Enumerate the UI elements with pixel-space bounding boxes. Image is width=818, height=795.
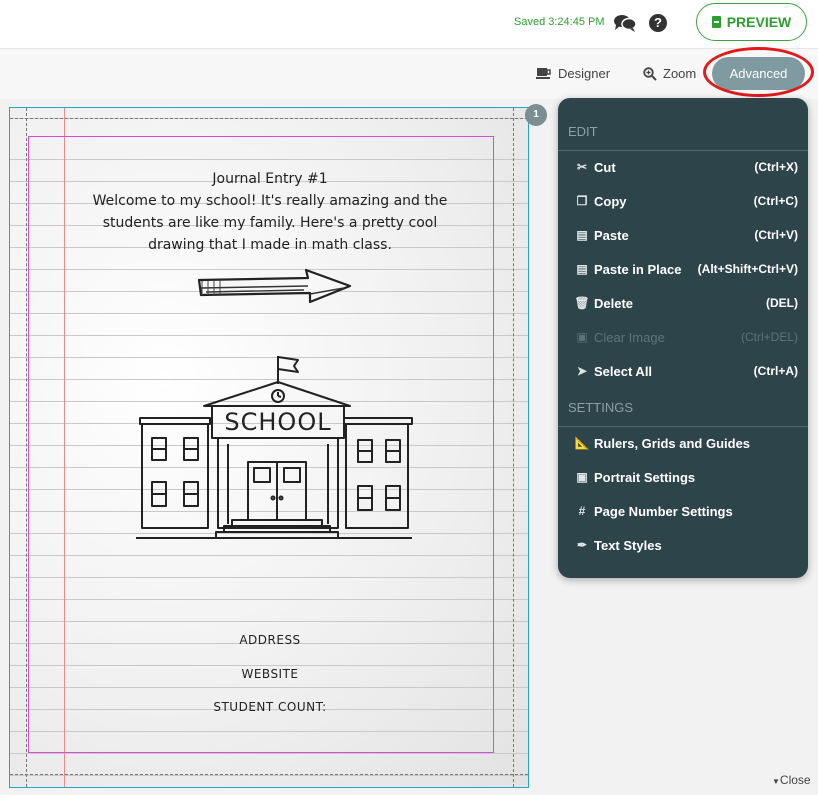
menu-item-portrait-settings[interactable]: ▣ Portrait Settings (558, 463, 808, 491)
menu-item-label: Clear Image (594, 329, 665, 345)
preview-icon (711, 16, 721, 28)
menu-item-cut[interactable]: ✂ Cut (Ctrl+X) (558, 153, 808, 181)
menu-item-label: Paste in Place (594, 261, 682, 277)
menu-item-paste[interactable]: ▤ Paste (Ctrl+V) (558, 221, 808, 249)
menu-item-shortcut: (Ctrl+DEL) (740, 330, 798, 344)
advanced-button[interactable]: Advanced (712, 57, 805, 90)
pen-icon: ✒ (576, 538, 588, 552)
paste-in-place-icon: ▤ (576, 262, 588, 276)
journal-title[interactable]: Journal Entry #1 (70, 168, 470, 190)
saved-status: Saved 3:24:45 PM (514, 16, 605, 28)
journal-page[interactable]: Journal Entry #1 Welcome to my school! I… (9, 107, 529, 788)
close-label: Close (779, 773, 811, 787)
preview-button[interactable]: PREVIEW (696, 3, 807, 41)
help-icon[interactable]: ? (649, 14, 667, 32)
school-building-drawing[interactable]: SCHOOL (132, 354, 414, 544)
menu-item-shortcut: (Ctrl+V) (754, 228, 798, 242)
preview-label: PREVIEW (726, 14, 792, 30)
comments-icon[interactable] (613, 13, 637, 33)
scissors-icon: ✂ (576, 160, 588, 174)
menu-item-label: Delete (594, 295, 634, 311)
menu-item-label: Cut (594, 159, 616, 175)
top-bar: Saved 3:24:45 PM ? PREVIEW (0, 0, 818, 49)
bleed-guide-right (513, 108, 514, 787)
menu-section-edit: EDIT (568, 124, 598, 139)
student-count-label[interactable]: STUDENT COUNT: (70, 700, 470, 714)
menu-item-label: Text Styles (594, 537, 662, 553)
menu-item-label: Portrait Settings (594, 469, 696, 485)
menu-item-text-styles[interactable]: ✒ Text Styles (558, 531, 808, 559)
menu-item-shortcut: (Ctrl+X) (754, 160, 798, 174)
menu-item-copy[interactable]: ❐ Copy (Ctrl+C) (558, 187, 808, 215)
menu-item-shortcut: (DEL) (766, 296, 798, 310)
bleed-guide-top (10, 118, 528, 119)
menu-item-page-number-settings[interactable]: # Page Number Settings (558, 497, 808, 525)
editor-toolbar: Designer Zoom (0, 49, 818, 99)
bleed-guide-left (26, 108, 27, 787)
close-panel-link[interactable]: ▼Close (772, 773, 811, 787)
portrait-icon: ▣ (576, 470, 588, 484)
menu-item-label: Paste (594, 227, 629, 243)
bleed-guide-bottom (10, 774, 528, 775)
menu-item-label: Select All (594, 363, 653, 379)
zoom-label: Zoom (663, 66, 697, 81)
journal-line: drawing that I made in math class. (148, 237, 392, 253)
designer-label: Designer (558, 66, 611, 81)
journal-text[interactable]: Welcome to my school! It's really amazin… (70, 190, 470, 256)
trash-icon: 🗑 (574, 296, 590, 310)
ruler-icon: 📐 (574, 436, 590, 450)
website-label[interactable]: WEBSITE (70, 667, 470, 681)
advanced-menu: EDIT ✂ Cut (Ctrl+X) ❐ Copy (Ctrl+C) ▤ Pa… (558, 98, 808, 578)
menu-section-settings: SETTINGS (568, 400, 634, 415)
caret-down-icon: ▼ (772, 777, 780, 786)
designer-button[interactable]: Designer (536, 66, 610, 81)
school-sign-text: SCHOOL (224, 408, 331, 436)
menu-divider (558, 150, 808, 151)
menu-item-clear-image: ▣ Clear Image (Ctrl+DEL) (558, 323, 808, 351)
menu-item-shortcut: (Ctrl+C) (753, 194, 798, 208)
hash-icon: # (578, 504, 586, 518)
clear-image-icon: ▣ (576, 330, 588, 344)
page-number-badge: 1 (525, 104, 547, 126)
zoom-icon (643, 66, 657, 81)
cursor-icon: ➤ (576, 364, 588, 378)
menu-item-label: Rulers, Grids and Guides (594, 435, 751, 451)
designer-icon (536, 68, 551, 79)
menu-item-label: Page Number Settings (594, 503, 733, 519)
journal-line: students are like my family. Here's a pr… (102, 215, 438, 231)
arrow-drawing[interactable] (196, 268, 354, 308)
menu-item-label: Copy (594, 193, 627, 209)
menu-item-shortcut: (Ctrl+A) (753, 364, 798, 378)
menu-item-select-all[interactable]: ➤ Select All (Ctrl+A) (558, 357, 808, 385)
menu-divider (558, 426, 808, 427)
menu-item-delete[interactable]: 🗑 Delete (DEL) (558, 289, 808, 317)
address-label[interactable]: ADDRESS (70, 633, 470, 647)
menu-item-shortcut: (Alt+Shift+Ctrl+V) (697, 262, 798, 276)
journal-line: Welcome to my school! It's really amazin… (92, 193, 448, 209)
menu-item-rulers-grids-guides[interactable]: 📐 Rulers, Grids and Guides (558, 429, 808, 457)
zoom-button[interactable]: Zoom (643, 66, 696, 81)
menu-item-paste-in-place[interactable]: ▤ Paste in Place (Alt+Shift+Ctrl+V) (558, 255, 808, 283)
paste-icon: ▤ (576, 228, 588, 242)
copy-icon: ❐ (576, 194, 588, 208)
